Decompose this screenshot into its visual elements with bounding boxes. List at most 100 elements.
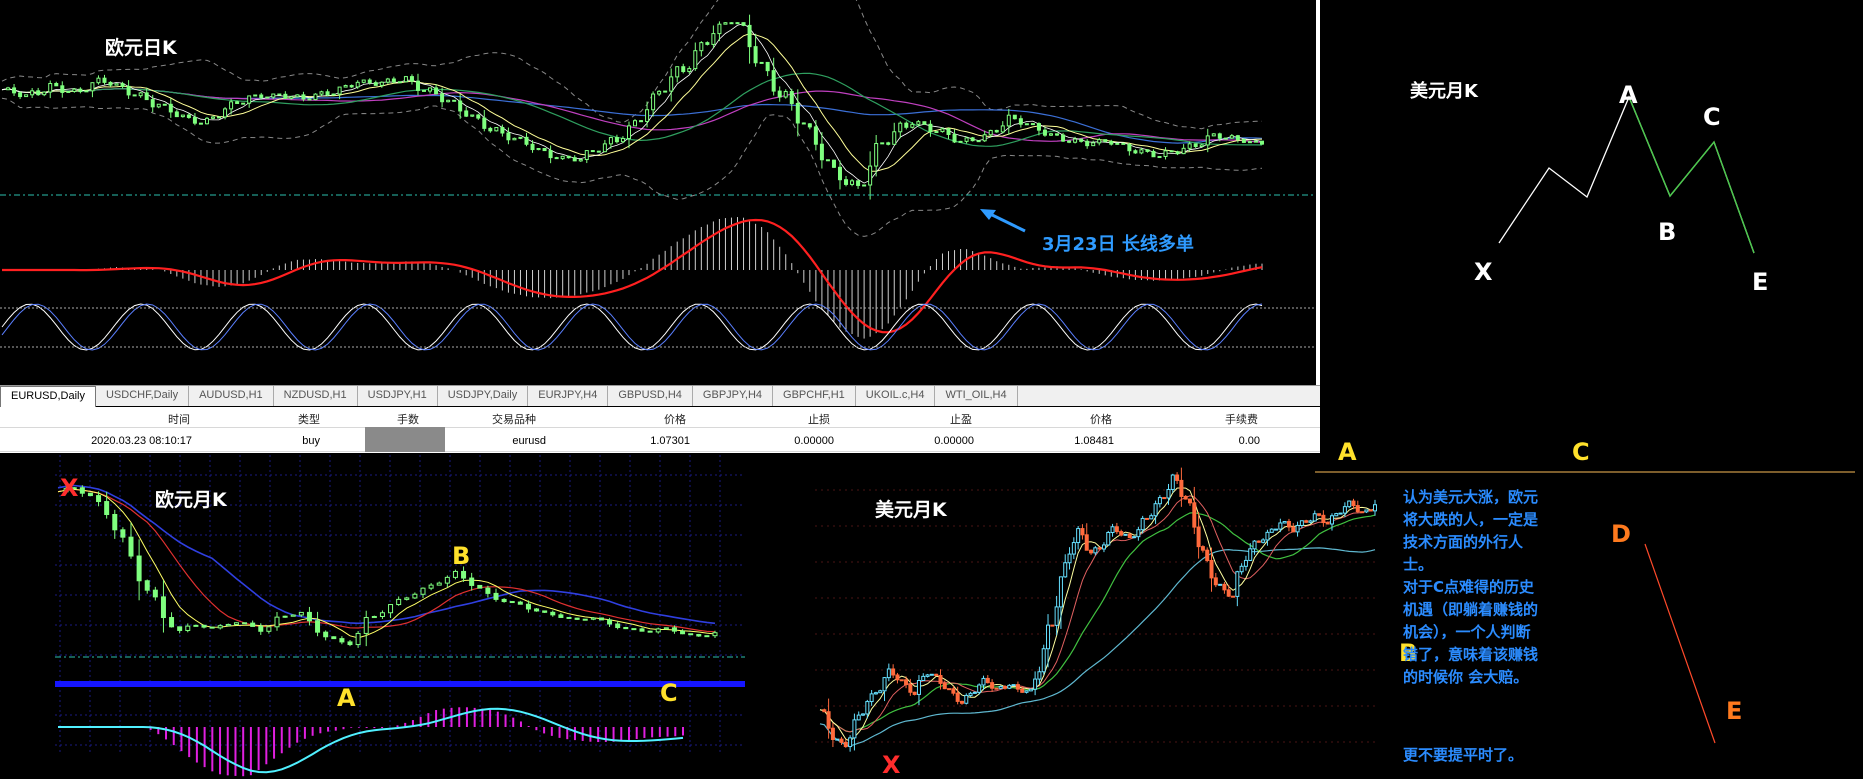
usdm-candle <box>1355 505 1360 513</box>
usdm-candle <box>882 677 887 692</box>
eurm-candle <box>461 570 467 579</box>
col-symbol[interactable]: 交易品种 <box>460 411 536 427</box>
symbol-tab[interactable]: EURUSD,Daily <box>0 386 96 407</box>
daily-candle <box>211 116 216 119</box>
daily-candle <box>42 91 47 96</box>
symbol-tab[interactable]: GBPCHF,H1 <box>773 386 856 406</box>
daily-candle <box>868 165 873 186</box>
daily-candle <box>482 117 487 129</box>
symbol-tab[interactable]: UKOIL.c,H4 <box>856 386 936 406</box>
symbol-tab[interactable]: USDJPY,Daily <box>438 386 529 406</box>
usdm-candle <box>1325 522 1330 525</box>
usdm-candle <box>904 679 909 686</box>
usdm-candle <box>1097 547 1102 550</box>
commentary-line: 认为美元大涨，欧元 <box>1403 488 1538 506</box>
daily-candle <box>1157 156 1162 159</box>
col-sl[interactable]: 止损 <box>720 411 830 427</box>
symbol-tab[interactable]: GBPJPY,H4 <box>693 386 774 406</box>
eurm-candle <box>388 604 394 614</box>
usdm-candle <box>1209 559 1214 579</box>
usdm-candle <box>865 701 870 715</box>
commentary-line: 机会），一个人判断 <box>1403 623 1531 641</box>
usdm-candle <box>1338 512 1343 515</box>
usdm-candle <box>1033 678 1038 690</box>
daily-candle <box>464 110 469 117</box>
daily-candle <box>602 143 607 153</box>
eurm-candle <box>509 601 515 604</box>
daily-candle <box>1193 143 1198 148</box>
daily-candle <box>1073 138 1078 143</box>
daily-candle <box>1260 140 1264 145</box>
col-lots[interactable]: 手数 <box>365 411 419 427</box>
daily-candle <box>837 166 842 181</box>
eurm-candle <box>298 611 304 616</box>
symbol-tab[interactable]: EURJPY,H4 <box>528 386 609 406</box>
daily-candle <box>862 184 867 187</box>
usdm-candle <box>968 692 973 696</box>
col-commission[interactable]: 手续费 <box>1140 411 1258 427</box>
usdm-candle <box>1175 474 1180 481</box>
usdm-candle <box>934 673 939 677</box>
symbol-tab[interactable]: USDJPY,H1 <box>358 386 438 406</box>
usdm-candle <box>1041 648 1046 673</box>
col-time[interactable]: 时间 <box>80 411 190 427</box>
usdm-candle <box>925 674 930 677</box>
col-price[interactable]: 价格 <box>580 411 686 427</box>
bollinger-lower <box>1 97 1263 237</box>
eur-monthly-chart-panel: X 欧元月K B A C <box>0 455 815 779</box>
daily-candle <box>458 100 463 112</box>
commentary-line: 更不要提平时了。 <box>1403 746 1523 764</box>
daily-candle <box>916 121 921 125</box>
symbol-tab[interactable]: GBPUSD,H4 <box>608 386 693 406</box>
daily-candle <box>409 76 414 82</box>
eurm-candle <box>452 570 458 578</box>
daily-candle <box>994 129 999 133</box>
usdm-point-c: C <box>1572 438 1590 466</box>
usdm-candle <box>1084 534 1089 551</box>
usdm-candle <box>1317 513 1322 516</box>
daily-candle <box>295 94 300 98</box>
eurm-candle <box>534 608 540 612</box>
col-price-current[interactable]: 价格 <box>1000 411 1112 427</box>
symbol-tab[interactable]: USDCHF,Daily <box>96 386 190 406</box>
col-type[interactable]: 类型 <box>210 411 320 427</box>
daily-candle <box>373 82 378 86</box>
daily-candle <box>1217 133 1222 139</box>
usdm-point-a: A <box>1338 438 1357 466</box>
daily-candle <box>192 116 197 124</box>
symbol-tab[interactable]: NZDUSD,H1 <box>274 386 358 406</box>
usdm-candle <box>856 714 861 721</box>
eurm-candle <box>185 625 191 631</box>
eurm-candle <box>558 614 564 618</box>
symbol-tab[interactable]: WTI_OIL,H4 <box>935 386 1018 406</box>
eurm-candle <box>485 587 491 594</box>
daily-candle <box>934 131 939 134</box>
daily-candle <box>289 96 294 99</box>
daily-candle <box>422 89 427 92</box>
commentary-line: 的时候你 会大赔。 <box>1403 668 1528 686</box>
eurm-candle <box>250 622 256 627</box>
daily-candle <box>84 90 89 93</box>
col-tp[interactable]: 止盈 <box>860 411 972 427</box>
eurm-candle <box>169 617 175 628</box>
usdm-candle <box>1114 526 1119 533</box>
usd-monthly-chart-panel: 美元月K A C D B X E 认为美元大涨，欧元 将大跌的人，一定是 技术方面的… <box>815 430 1863 779</box>
daily-candle <box>771 70 776 92</box>
daily-candle <box>976 140 981 143</box>
daily-candle <box>825 159 830 162</box>
usdm-candle <box>1003 686 1007 689</box>
eurm-candle <box>160 596 166 619</box>
daily-candle <box>223 108 228 118</box>
usdm-candle <box>852 719 857 739</box>
usdm-candle <box>1200 546 1205 551</box>
eurm-point-x: X <box>60 474 79 502</box>
eurm-candle <box>396 598 402 606</box>
daily-candle <box>1097 139 1102 144</box>
daily-candle <box>922 121 927 125</box>
daily-candle <box>1253 140 1258 143</box>
usdm-ma-20 <box>819 512 1376 733</box>
daily-candle <box>1139 149 1144 154</box>
daily-candle <box>476 114 481 119</box>
symbol-tab[interactable]: AUDUSD,H1 <box>189 386 274 406</box>
daily-candle <box>186 114 191 118</box>
